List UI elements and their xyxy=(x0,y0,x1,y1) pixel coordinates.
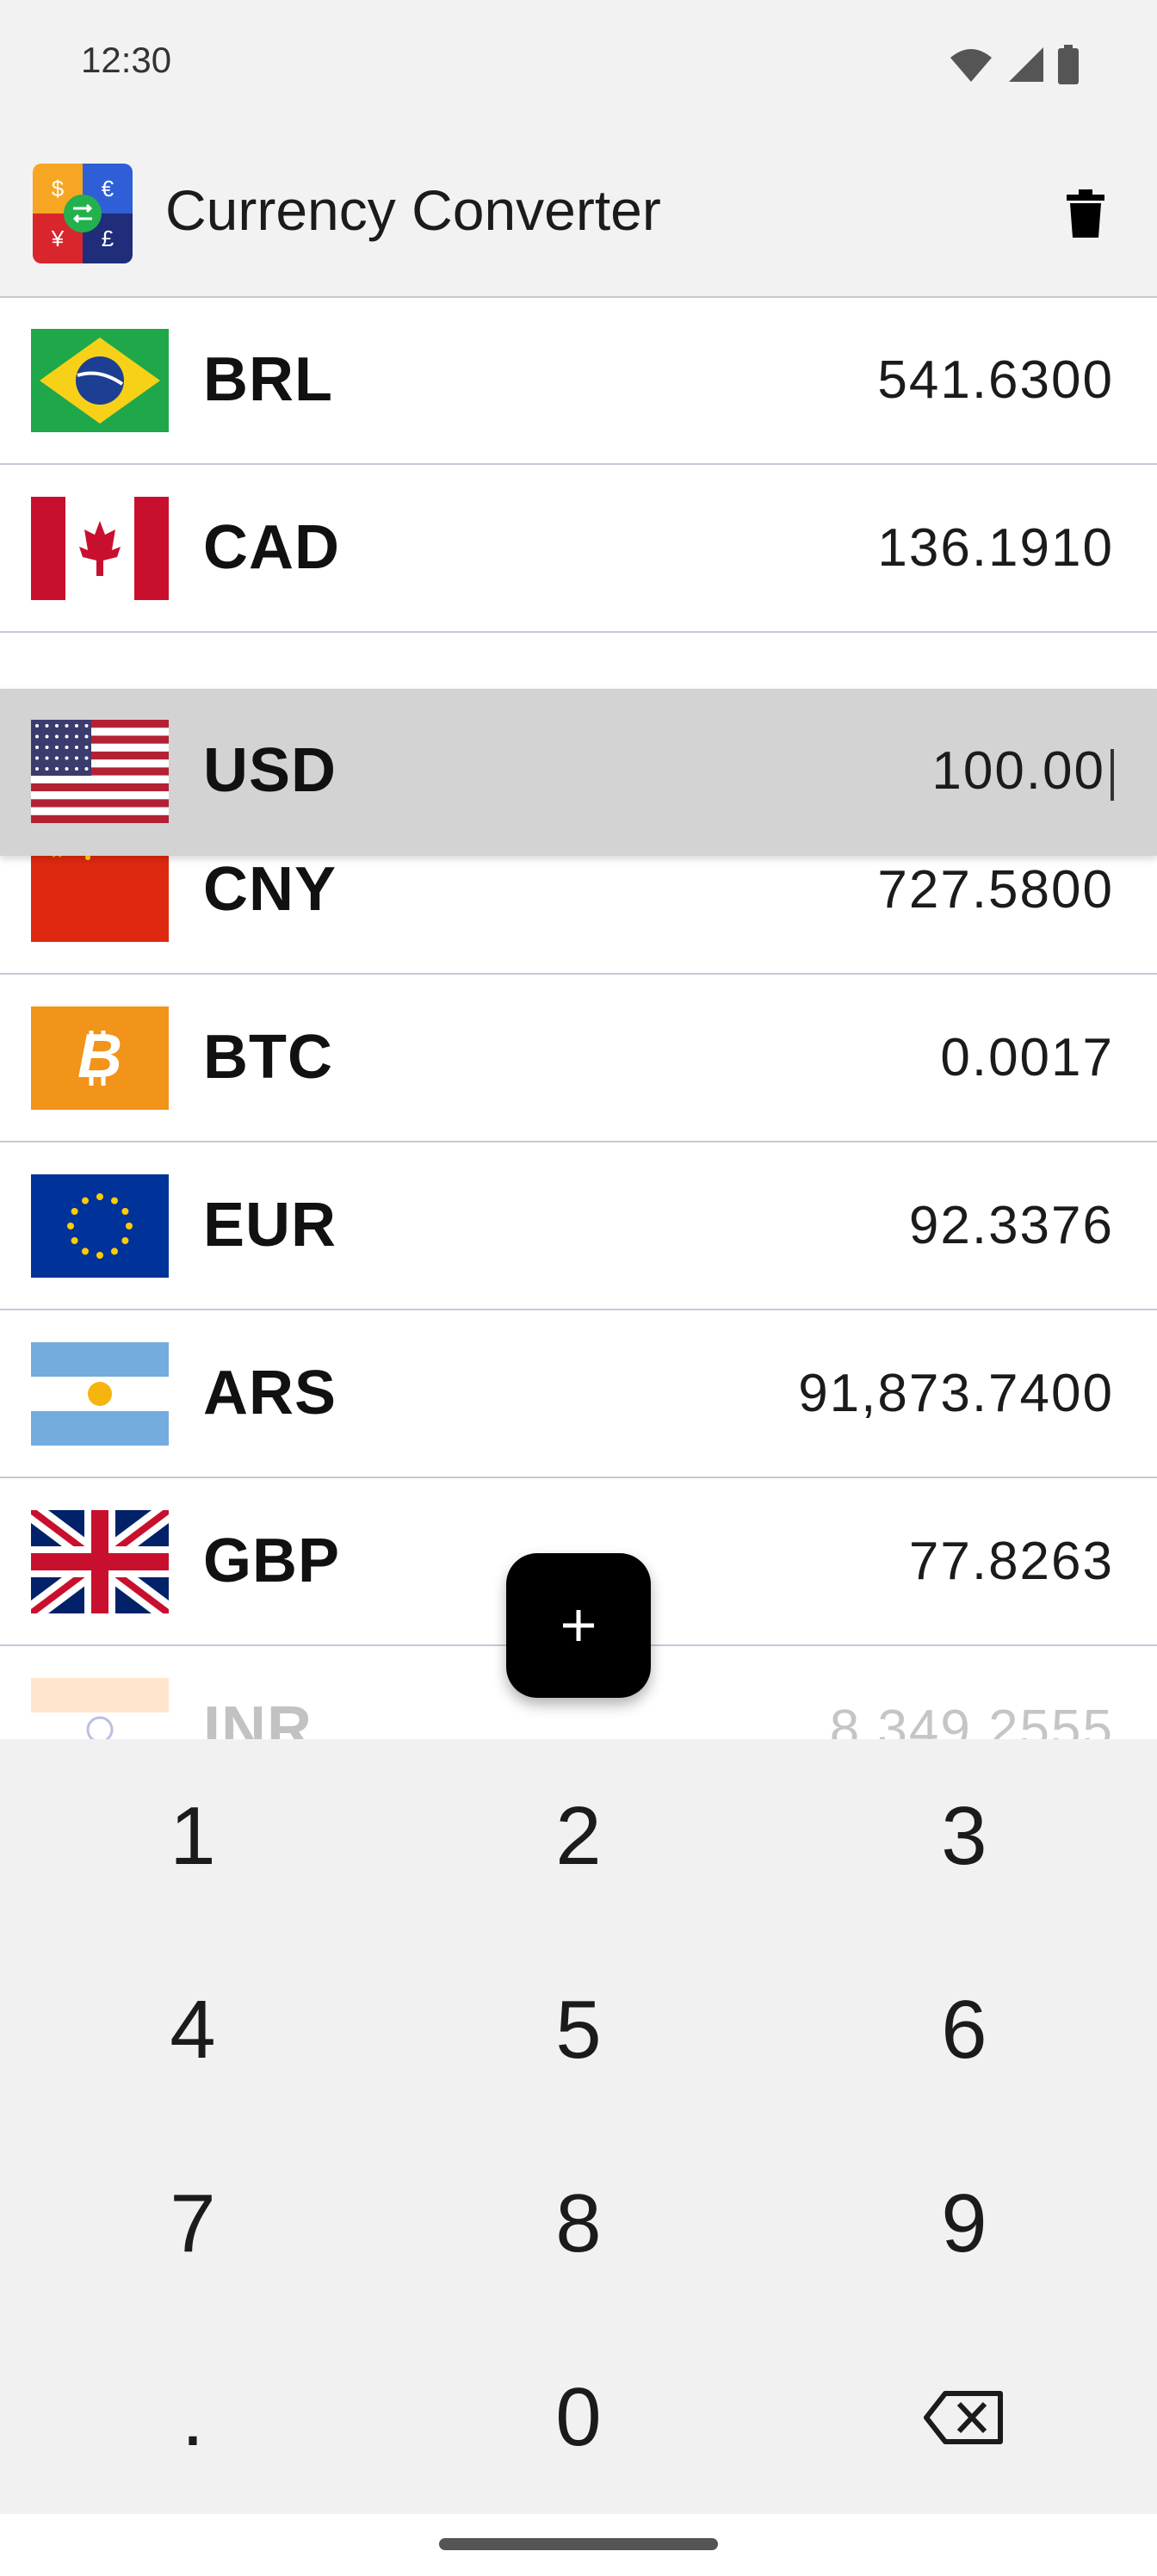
key-7[interactable]: 7 xyxy=(0,2127,386,2320)
trash-icon xyxy=(1067,189,1104,238)
amount-value: 541.6300 xyxy=(877,350,1114,410)
key-9[interactable]: 9 xyxy=(771,2127,1157,2320)
currency-code: CAD xyxy=(203,513,340,582)
amount-value: 0.0017 xyxy=(940,1028,1114,1087)
text-caret xyxy=(1111,748,1114,801)
currency-code: GBP xyxy=(203,1526,341,1595)
currency-amount[interactable]: 91,873.7400 xyxy=(798,1363,1114,1424)
eu-flag-icon xyxy=(31,1174,169,1278)
svg-text:B: B xyxy=(77,1022,122,1091)
currency-code: BTC xyxy=(203,1023,333,1092)
currency-amount[interactable]: 136.1910 xyxy=(877,517,1114,579)
key-8[interactable]: 8 xyxy=(386,2127,771,2320)
argentina-flag-icon xyxy=(31,1342,169,1446)
amount-value: 77.8263 xyxy=(908,1532,1114,1591)
usa-flag-icon xyxy=(31,720,169,823)
currency-row-cad[interactable]: CAD 136.1910 xyxy=(0,466,1157,633)
status-icons xyxy=(949,45,1080,84)
home-handle[interactable] xyxy=(439,2538,718,2550)
key-0[interactable]: 0 xyxy=(386,2320,771,2514)
currency-amount[interactable]: 727.5800 xyxy=(877,859,1114,920)
backspace-button[interactable] xyxy=(771,2320,1157,2514)
currency-code: USD xyxy=(203,736,337,805)
currency-code: CNY xyxy=(203,855,337,924)
key-5[interactable]: 5 xyxy=(386,1933,771,2127)
page-title: Currency Converter xyxy=(165,178,661,242)
currency-code: ARS xyxy=(203,1359,337,1427)
key-3[interactable]: 3 xyxy=(771,1739,1157,1933)
brazil-flag-icon xyxy=(31,329,169,432)
amount-value: 91,873.7400 xyxy=(798,1364,1114,1423)
plus-icon xyxy=(563,1610,594,1641)
key-4[interactable]: 4 xyxy=(0,1933,386,2127)
svg-text:£: £ xyxy=(102,226,114,251)
svg-text:¥: ¥ xyxy=(51,226,65,251)
key-2[interactable]: 2 xyxy=(386,1739,771,1933)
app-logo: $ € ¥ £ xyxy=(33,164,133,263)
svg-text:$: $ xyxy=(52,176,65,201)
currency-amount[interactable]: 0.0017 xyxy=(940,1027,1114,1088)
status-time: 12:30 xyxy=(81,40,172,80)
battery-icon xyxy=(1058,45,1079,84)
key-6[interactable]: 6 xyxy=(771,1933,1157,2127)
amount-value: 136.1910 xyxy=(877,518,1114,578)
bitcoin-icon: B xyxy=(31,1006,169,1110)
navigation-bar xyxy=(0,2514,1157,2576)
uk-flag-icon xyxy=(31,1510,169,1613)
currency-amount[interactable]: 541.6300 xyxy=(877,350,1114,411)
add-currency-button[interactable] xyxy=(506,1553,651,1698)
key-1[interactable]: 1 xyxy=(0,1739,386,1933)
currency-amount[interactable]: 77.8263 xyxy=(909,1531,1114,1592)
wifi-icon xyxy=(950,49,992,82)
delete-button[interactable] xyxy=(1055,179,1116,248)
currency-row-btc[interactable]: B BTC 0.0017 xyxy=(0,975,1157,1142)
currency-row-eur[interactable]: EUR 92.3376 xyxy=(0,1143,1157,1310)
currency-amount[interactable]: 92.3376 xyxy=(909,1195,1114,1256)
backspace-icon xyxy=(924,2390,1003,2444)
numeric-keypad: 1 2 3 4 5 6 7 8 9 . 0 xyxy=(0,1739,1157,2514)
currency-code: EUR xyxy=(203,1191,337,1260)
amount-value: 92.3376 xyxy=(908,1196,1114,1255)
signal-icon xyxy=(1009,47,1043,82)
svg-text:€: € xyxy=(102,176,114,201)
app-bar: $ € ¥ £ Currency Converter xyxy=(0,129,1157,298)
currency-row-usd[interactable]: USD 100.00 xyxy=(0,689,1157,856)
key-decimal[interactable]: . xyxy=(0,2320,386,2514)
amount-value: 100.00 xyxy=(931,741,1105,801)
currency-code: BRL xyxy=(203,345,333,414)
status-bar: 12:30 xyxy=(0,0,1157,129)
canada-flag-icon xyxy=(31,497,169,600)
amount-value: 727.5800 xyxy=(877,860,1114,920)
amount-input[interactable]: 100.00 xyxy=(931,740,1114,802)
currency-row-ars[interactable]: ARS 91,873.7400 xyxy=(0,1311,1157,1478)
currency-row-brl[interactable]: BRL 541.6300 xyxy=(0,298,1157,465)
